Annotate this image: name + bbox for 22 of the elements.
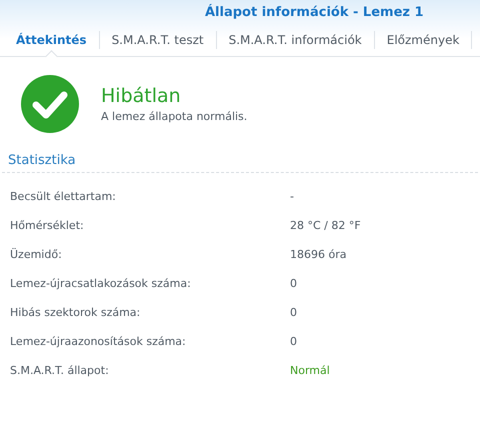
section-heading: Statisztika — [2, 153, 478, 173]
stat-label: Hibás szektorok száma: — [10, 306, 142, 319]
tab[interactable]: S.M.A.R.T. teszt — [100, 31, 217, 49]
health-status: Hibátlan — [101, 85, 182, 107]
stat-value: - — [290, 190, 294, 203]
tab[interactable]: Előzmények — [374, 31, 472, 49]
stat-label: Becsült élettartam: — [10, 190, 117, 203]
stat-label: Lemez-újraazonosítások száma: — [10, 335, 187, 348]
window-title: Állapot információk - Lemez 1 — [204, 3, 425, 22]
health-description: A lemez állapota normális. — [101, 110, 248, 123]
stat-value: 0 — [290, 306, 297, 319]
stat-value: 0 — [290, 335, 297, 348]
tab[interactable]: Áttekintés — [4, 31, 100, 49]
stat-value: 28 °C / 82 °F — [290, 219, 361, 232]
stat-value: Normál — [290, 364, 330, 377]
stat-label: Hőmérséklet: — [10, 219, 85, 232]
stat-label: S.M.A.R.T. állapot: — [10, 364, 110, 377]
stat-value: 18696 óra — [290, 248, 346, 261]
stat-label: Üzemidő: — [10, 248, 63, 261]
tab[interactable]: S.M.A.R.T. információk — [216, 31, 375, 49]
stat-value: 0 — [290, 277, 297, 290]
stat-label: Lemez-újracsatlakozások száma: — [10, 277, 192, 290]
